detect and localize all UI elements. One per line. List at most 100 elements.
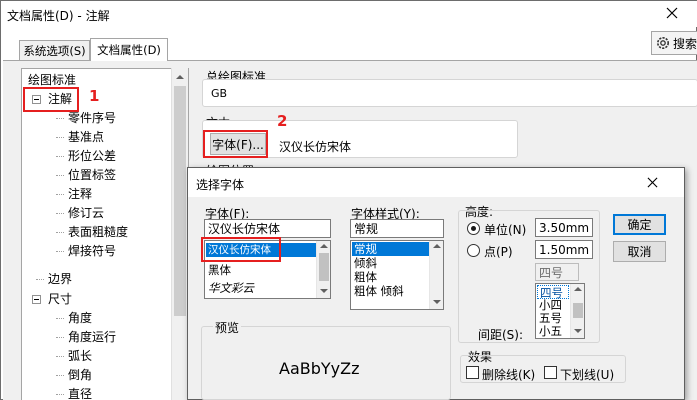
current-font-value: 汉仪长仿宋体	[279, 140, 352, 154]
scroll-up-arrow-icon[interactable]	[574, 287, 582, 291]
style-option[interactable]: 粗体 倾斜	[352, 284, 404, 298]
tree-item-weld-symbol[interactable]: 焊接符号	[68, 242, 116, 261]
tree-item-dimension[interactable]: 尺寸	[48, 290, 72, 309]
tree-item-note[interactable]: 注释	[68, 185, 92, 204]
collapse-icon[interactable]	[32, 295, 41, 304]
tree-scrollbar[interactable]	[171, 68, 188, 400]
tree-item-angle[interactable]: 角度	[68, 309, 92, 328]
font-style-input[interactable]: 常规	[350, 219, 444, 238]
tab-document-properties[interactable]: 文档属性(D)	[90, 38, 168, 61]
tree-connector	[56, 251, 64, 252]
unit-height-input[interactable]: 3.50mm	[535, 218, 593, 237]
drawing-standard-group	[202, 79, 697, 107]
cancel-button[interactable]: 取消	[613, 241, 666, 262]
tree-item-border[interactable]: 边界	[48, 270, 72, 289]
style-option[interactable]: 倾斜	[352, 256, 377, 270]
tree-scroll-thumb[interactable]	[174, 86, 186, 316]
underline-checkbox[interactable]	[544, 366, 557, 379]
dialog-close-button[interactable]	[630, 171, 674, 193]
scroll-down-arrow-icon[interactable]	[320, 289, 328, 293]
font-style-listbox[interactable]: 常规 倾斜 粗体 粗体 倾斜	[350, 240, 444, 310]
tree-item-chamfer[interactable]: 倒角	[68, 366, 92, 385]
size-list-scrollbar[interactable]	[570, 284, 584, 338]
point-height-input[interactable]: 1.50mm	[535, 240, 593, 259]
tree-item-arc-length[interactable]: 弧长	[68, 347, 92, 366]
spacing-label: 间距(S):	[478, 328, 524, 342]
scroll-up-arrow-icon[interactable]	[320, 244, 328, 248]
choose-font-dialog: 选择字体 字体(F): 汉仪长仿宋体 汉仪长仿宋体 黑体 华文彩云 字体样式(Y…	[187, 167, 685, 400]
strikeout-label: 删除线(K)	[482, 368, 536, 382]
font-option[interactable]: 黑体	[206, 263, 231, 277]
tree-connector	[56, 337, 64, 338]
font-name-input[interactable]: 汉仪长仿宋体	[204, 219, 331, 238]
dialog-title-bar: 选择字体	[188, 168, 684, 197]
tree-item-angle-running[interactable]: 角度运行	[68, 328, 116, 347]
scroll-up-arrow-icon[interactable]	[172, 68, 188, 85]
tree-connector	[56, 194, 64, 195]
point-label: 点(P)	[484, 245, 513, 259]
size-list-scroll-thumb[interactable]	[573, 303, 583, 318]
font-option[interactable]: 华文彩云	[206, 281, 254, 295]
window-title: 文档属性(D) - 注解	[7, 9, 110, 23]
font-listbox[interactable]: 汉仪长仿宋体 黑体 华文彩云	[204, 240, 331, 299]
font-list-scrollbar[interactable]	[316, 241, 330, 298]
tree-connector	[56, 213, 64, 214]
tree-item-annotation[interactable]: 注解	[48, 90, 72, 109]
options-tree: 绘图标准 注解 零件序号 基准点 形位公差 位置标签 注释 修订云 表面粗糙度 …	[21, 68, 189, 400]
tree-item-datum[interactable]: 基准点	[68, 128, 104, 147]
tree-connector	[56, 118, 64, 119]
size-option[interactable]: 五号	[537, 311, 562, 325]
tree-item-gtol[interactable]: 形位公差	[68, 147, 116, 166]
tree-connector	[56, 175, 64, 176]
preview-sample-text: AaBbYyZz	[279, 359, 360, 378]
window-close-button[interactable]	[647, 1, 697, 25]
annotation-number-2: 2	[277, 112, 288, 130]
style-list-scrollbar[interactable]	[429, 241, 443, 309]
tree-connector	[56, 232, 64, 233]
size-option-selected[interactable]: 四号	[537, 285, 569, 300]
tree-connector	[36, 279, 44, 280]
tree-connector	[56, 156, 64, 157]
search-label: 搜索	[673, 36, 697, 51]
style-option[interactable]: 粗体	[352, 270, 377, 284]
scroll-down-arrow-icon[interactable]	[574, 329, 582, 333]
unit-radio[interactable]	[467, 222, 480, 235]
style-option-selected[interactable]: 常规	[352, 242, 430, 256]
tree-connector	[56, 318, 64, 319]
close-icon	[666, 7, 678, 19]
annotation-number-1: 1	[89, 87, 100, 105]
tree-connector	[56, 356, 64, 357]
tree-item-drawing-standard[interactable]: 绘图标准	[28, 71, 76, 90]
font-size-input[interactable]: 四号	[535, 263, 579, 281]
point-radio[interactable]	[467, 244, 480, 257]
size-option[interactable]: 小四	[537, 298, 562, 312]
tree-item-revision-cloud[interactable]: 修订云	[68, 204, 104, 223]
strikeout-checkbox[interactable]	[466, 366, 479, 379]
tab-system-options[interactable]: 系统选项(S)	[19, 40, 90, 60]
tree-item-balloon[interactable]: 零件序号	[68, 109, 116, 128]
tree-item-diameter[interactable]: 直径	[68, 385, 92, 400]
font-option-selected[interactable]: 汉仪长仿宋体	[206, 243, 316, 257]
font-size-listbox[interactable]: 四号 小四 五号 小五	[535, 283, 585, 339]
tree-connector	[56, 137, 64, 138]
search-button[interactable]: 搜索	[651, 31, 697, 55]
dialog-title: 选择字体	[196, 178, 245, 192]
preview-label: 预览	[213, 319, 242, 336]
tree-item-surface-finish[interactable]: 表面粗糙度	[68, 223, 128, 242]
font-list-scroll-thumb[interactable]	[319, 253, 329, 281]
close-icon	[647, 177, 657, 187]
underline-label: 下划线(U)	[560, 368, 615, 382]
scroll-up-arrow-icon[interactable]	[433, 244, 441, 248]
drawing-standard-value: GB	[211, 87, 228, 100]
font-button[interactable]: 字体(F)...	[210, 133, 266, 155]
title-bar: 文档属性(D) - 注解	[1, 1, 697, 27]
size-option[interactable]: 小五	[537, 324, 562, 338]
unit-label: 单位(N)	[484, 223, 527, 237]
collapse-icon[interactable]	[32, 95, 41, 104]
tree-connector	[56, 375, 64, 376]
tree-item-location-label[interactable]: 位置标签	[68, 166, 116, 185]
tree-connector	[56, 394, 64, 395]
scroll-down-arrow-icon[interactable]	[433, 300, 441, 304]
gear-search-icon	[657, 37, 669, 49]
ok-button[interactable]: 确定	[613, 214, 666, 235]
